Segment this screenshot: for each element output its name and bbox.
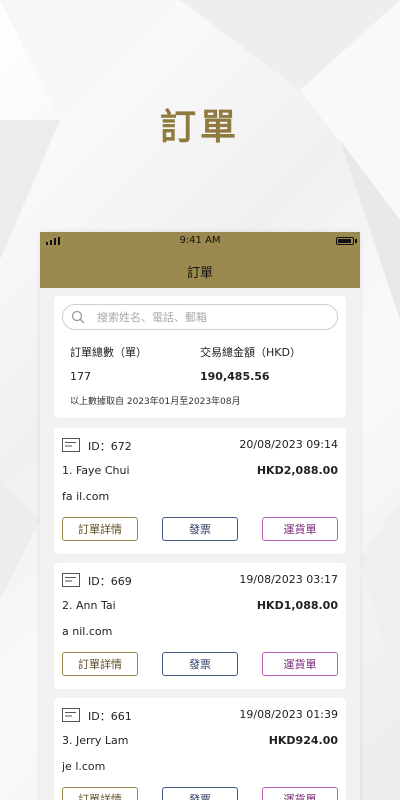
invoice-button[interactable]: 發票 [162, 517, 238, 541]
order-customer-name: 2. Ann Tai [62, 599, 116, 612]
invoice-button[interactable]: 發票 [162, 787, 238, 800]
order-id: ID：672 [88, 440, 132, 453]
order-id: ID：669 [88, 575, 132, 588]
order-card: ID：672 20/08/2023 09:14 1. Faye Chui HKD… [54, 428, 346, 554]
order-id: ID：661 [88, 710, 132, 723]
invoice-button[interactable]: 發票 [162, 652, 238, 676]
data-range-note: 以上數據取自 2023年01月至2023年08月 [70, 397, 241, 407]
status-time: 9:41 AM [179, 235, 221, 246]
order-detail-button[interactable]: 訂單詳情 [62, 787, 138, 800]
page-hero-title: 訂單 [159, 107, 240, 148]
app-header: 9:41 AM 訂單 [40, 232, 360, 288]
order-amount: HKD2,088.00 [256, 464, 338, 477]
battery-nub [355, 239, 357, 243]
order-time: 19/08/2023 01:39 [239, 708, 338, 721]
status-bar: 9:41 AM [40, 232, 360, 250]
header-title: 訂單 [186, 266, 213, 281]
battery-icon [336, 237, 354, 245]
search-input[interactable] [97, 308, 327, 326]
order-email: fa il.com [62, 490, 110, 503]
orders-total-value: 177 [70, 370, 91, 383]
order-email: a nil.com [62, 625, 113, 638]
order-detail-button[interactable]: 訂單詳情 [62, 517, 138, 541]
order-card: ID：669 19/08/2023 03:17 2. Ann Tai HKD1,… [54, 563, 346, 689]
order-email: je l.com [62, 760, 106, 773]
order-customer-name: 3. Jerry Lam [62, 734, 129, 747]
shipping-note-button[interactable]: 運貨單 [262, 652, 338, 676]
search-bar[interactable] [62, 304, 338, 330]
order-card: ID：661 19/08/2023 01:39 3. Jerry Lam HKD… [54, 698, 346, 800]
order-amount: HKD924.00 [268, 734, 338, 747]
document-icon [62, 438, 80, 452]
order-customer-name: 1. Faye Chui [62, 464, 130, 477]
shipping-note-button[interactable]: 運貨單 [262, 517, 338, 541]
shipping-note-button[interactable]: 運貨單 [262, 787, 338, 800]
document-icon [62, 573, 80, 587]
order-time: 19/08/2023 03:17 [239, 573, 338, 586]
search-icon [71, 310, 85, 324]
orders-total-label: 訂單總數（單） [70, 346, 147, 359]
amount-total-label: 交易總金額（HKD） [200, 346, 301, 359]
phone-mockup: 9:41 AM 訂單 訂單總數（單） 交易總金額（HKD） 177 190,48… [40, 232, 360, 800]
order-time: 20/08/2023 09:14 [239, 438, 338, 451]
amount-total-value: 190,485.56 [200, 370, 270, 383]
order-detail-button[interactable]: 訂單詳情 [62, 652, 138, 676]
order-amount: HKD1,088.00 [256, 599, 338, 612]
document-icon [62, 708, 80, 722]
summary-card: 訂單總數（單） 交易總金額（HKD） 177 190,485.56 以上數據取自… [54, 296, 346, 418]
